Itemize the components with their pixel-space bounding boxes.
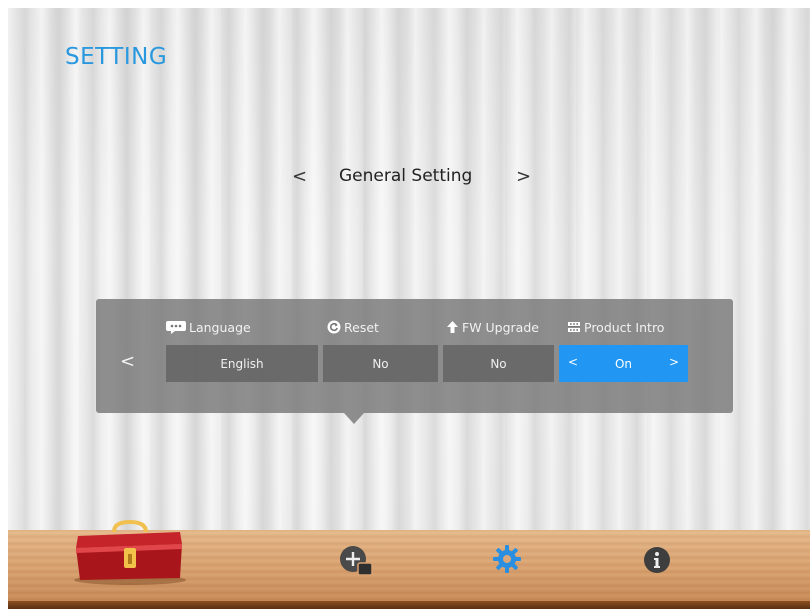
reset-icon: [327, 320, 341, 334]
reset-label: Reset: [327, 319, 379, 335]
fw-upgrade-value-text: No: [490, 356, 507, 371]
panel-pointer: [344, 413, 364, 424]
product-intro-value-text: On: [614, 356, 633, 371]
product-intro-next-button[interactable]: >: [669, 355, 679, 369]
product-intro-label: Product Intro: [567, 319, 664, 335]
section-next-button[interactable]: >: [516, 166, 531, 187]
film-icon: [567, 321, 581, 333]
speech-bubble-icon: [166, 319, 186, 335]
setting-screen: SETTING < General Setting > < Language E…: [8, 8, 810, 609]
toolbox-icon[interactable]: [72, 519, 187, 585]
page-title: SETTING: [65, 44, 168, 70]
section-navigator: < General Setting >: [8, 166, 810, 196]
arrow-up-icon: [446, 320, 459, 334]
fw-upgrade-label-text: FW Upgrade: [462, 319, 539, 335]
section-prev-button[interactable]: <: [292, 166, 307, 187]
add-window-icon[interactable]: [339, 545, 375, 577]
product-intro-label-text: Product Intro: [584, 319, 665, 335]
product-intro-value[interactable]: < On >: [559, 345, 688, 382]
settings-panel: < Language English Reset No FW Upgrade N…: [96, 299, 733, 413]
section-title: General Setting: [339, 166, 473, 186]
language-value-text: English: [220, 356, 264, 371]
dock-edge: [8, 601, 810, 609]
reset-value-text: No: [372, 356, 389, 371]
fw-upgrade-label: FW Upgrade: [446, 319, 539, 335]
info-icon[interactable]: [643, 546, 671, 574]
product-intro-prev-button[interactable]: <: [568, 355, 578, 369]
language-value[interactable]: English: [166, 345, 318, 382]
language-label: Language: [166, 319, 251, 335]
panel-prev-button[interactable]: <: [120, 351, 135, 372]
reset-value[interactable]: No: [323, 345, 438, 382]
language-label-text: Language: [189, 319, 251, 335]
fw-upgrade-value[interactable]: No: [443, 345, 554, 382]
gear-icon[interactable]: [492, 544, 522, 574]
reset-label-text: Reset: [344, 319, 379, 335]
